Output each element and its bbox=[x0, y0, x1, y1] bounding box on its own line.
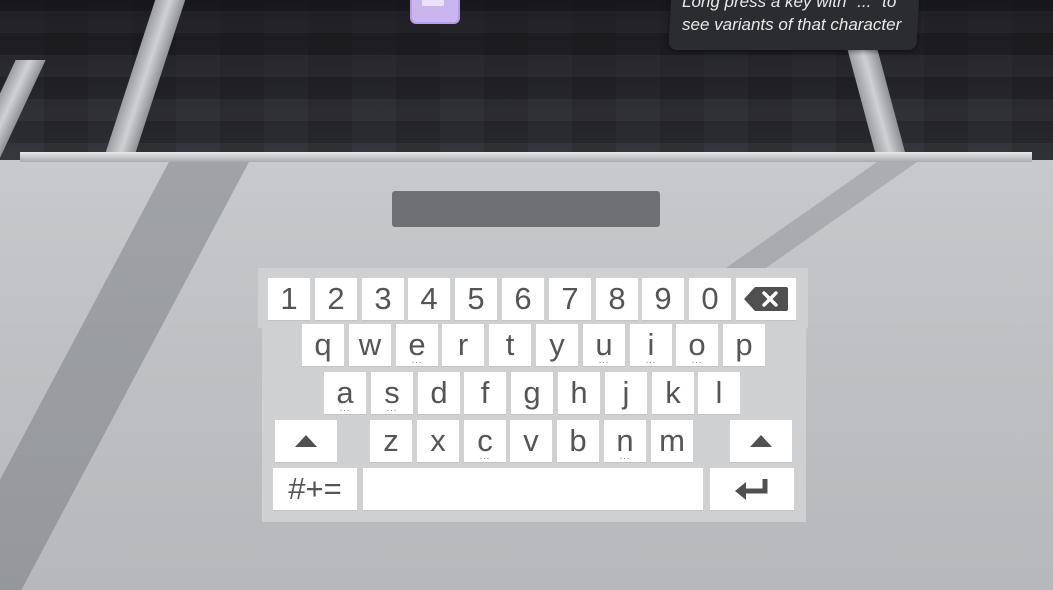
tooltip-text: Long press a key with "..." to see varia… bbox=[682, 0, 914, 36]
key-f[interactable]: f bbox=[464, 372, 506, 414]
key-s[interactable]: s... bbox=[371, 372, 413, 414]
key-label: y bbox=[549, 327, 565, 362]
text-input-display[interactable] bbox=[392, 191, 660, 227]
key-k[interactable]: k bbox=[652, 372, 694, 414]
key-3[interactable]: 3 bbox=[362, 278, 404, 320]
variant-indicator: ... bbox=[645, 355, 657, 365]
key-label: d bbox=[430, 375, 448, 410]
backspace-key[interactable] bbox=[736, 278, 796, 320]
shift-right-key[interactable] bbox=[730, 420, 792, 462]
table-edge bbox=[20, 152, 1032, 162]
key-t[interactable]: t bbox=[489, 324, 531, 366]
variant-indicator: ... bbox=[339, 403, 351, 413]
key-label: b bbox=[569, 423, 587, 458]
symbols-key[interactable]: #+= bbox=[273, 468, 357, 510]
key-0[interactable]: 0 bbox=[689, 278, 731, 320]
key-label: 6 bbox=[514, 281, 532, 316]
key-o[interactable]: o... bbox=[676, 324, 718, 366]
key-label: 9 bbox=[654, 281, 672, 316]
key-label: 5 bbox=[467, 281, 485, 316]
key-x[interactable]: x bbox=[417, 420, 459, 462]
key-label: f bbox=[480, 375, 490, 410]
key-label: x bbox=[430, 423, 446, 458]
variant-indicator: ... bbox=[386, 403, 398, 413]
key-label: m bbox=[659, 423, 685, 458]
key-label: p bbox=[735, 327, 753, 362]
key-q[interactable]: q bbox=[302, 324, 344, 366]
key-label: 2 bbox=[327, 281, 345, 316]
key-9[interactable]: 9 bbox=[642, 278, 684, 320]
key-label: 0 bbox=[701, 281, 719, 316]
vr-scene: Long press a key with "..." to see varia… bbox=[0, 0, 1053, 590]
key-c[interactable]: c... bbox=[464, 420, 506, 462]
key-2[interactable]: 2 bbox=[315, 278, 357, 320]
key-label: q bbox=[314, 327, 332, 362]
key-label: 3 bbox=[374, 281, 392, 316]
key-w[interactable]: w bbox=[349, 324, 391, 366]
key-j[interactable]: j bbox=[605, 372, 647, 414]
key-l[interactable]: l bbox=[698, 372, 740, 414]
tooltip-line-1: Long press a key with "..." to bbox=[682, 0, 897, 11]
key-label: j bbox=[622, 375, 630, 410]
key-4[interactable]: 4 bbox=[408, 278, 450, 320]
shift-icon bbox=[294, 434, 318, 448]
backspace-icon bbox=[743, 286, 789, 312]
virtual-keyboard: 1 2 3 4 5 6 7 8 9 0 q w e... r t y u... i... o... p a... s...… bbox=[258, 268, 808, 522]
key-z[interactable]: z bbox=[370, 420, 412, 462]
tooltip-line-2: see variants of that character bbox=[682, 15, 902, 34]
key-label: g bbox=[523, 375, 541, 410]
key-y[interactable]: y bbox=[536, 324, 578, 366]
key-i[interactable]: i... bbox=[630, 324, 672, 366]
key-p[interactable]: p bbox=[723, 324, 765, 366]
key-m[interactable]: m bbox=[651, 420, 693, 462]
key-6[interactable]: 6 bbox=[502, 278, 544, 320]
key-v[interactable]: v bbox=[510, 420, 552, 462]
key-label: r bbox=[457, 327, 469, 362]
shift-icon bbox=[749, 434, 773, 448]
key-h[interactable]: h bbox=[558, 372, 600, 414]
key-label: w bbox=[358, 327, 382, 362]
enter-icon bbox=[732, 476, 772, 502]
key-5[interactable]: 5 bbox=[455, 278, 497, 320]
variant-indicator: ... bbox=[598, 355, 610, 365]
key-label: 8 bbox=[608, 281, 626, 316]
key-label: t bbox=[505, 327, 515, 362]
key-r[interactable]: r bbox=[442, 324, 484, 366]
key-label: 7 bbox=[561, 281, 579, 316]
key-1[interactable]: 1 bbox=[268, 278, 310, 320]
variant-indicator: ... bbox=[411, 355, 423, 365]
enter-key[interactable] bbox=[710, 468, 794, 510]
key-8[interactable]: 8 bbox=[596, 278, 638, 320]
key-n[interactable]: n... bbox=[604, 420, 646, 462]
key-label: h bbox=[570, 375, 588, 410]
space-bar[interactable] bbox=[363, 468, 703, 510]
floating-menu-icon[interactable] bbox=[410, 0, 460, 24]
key-label: #+= bbox=[288, 471, 342, 506]
key-label: k bbox=[665, 375, 681, 410]
key-label: z bbox=[383, 423, 399, 458]
shift-left-key[interactable] bbox=[275, 420, 337, 462]
key-e[interactable]: e... bbox=[396, 324, 438, 366]
key-b[interactable]: b bbox=[557, 420, 599, 462]
key-g[interactable]: g bbox=[511, 372, 553, 414]
key-label: v bbox=[523, 423, 539, 458]
key-label: 4 bbox=[420, 281, 438, 316]
key-d[interactable]: d bbox=[418, 372, 460, 414]
key-u[interactable]: u... bbox=[583, 324, 625, 366]
key-a[interactable]: a... bbox=[324, 372, 366, 414]
variant-indicator: ... bbox=[691, 355, 703, 365]
key-7[interactable]: 7 bbox=[549, 278, 591, 320]
variant-indicator: ... bbox=[479, 451, 491, 461]
key-label: l bbox=[715, 375, 723, 410]
variant-indicator: ... bbox=[619, 451, 631, 461]
key-label: 1 bbox=[280, 281, 298, 316]
